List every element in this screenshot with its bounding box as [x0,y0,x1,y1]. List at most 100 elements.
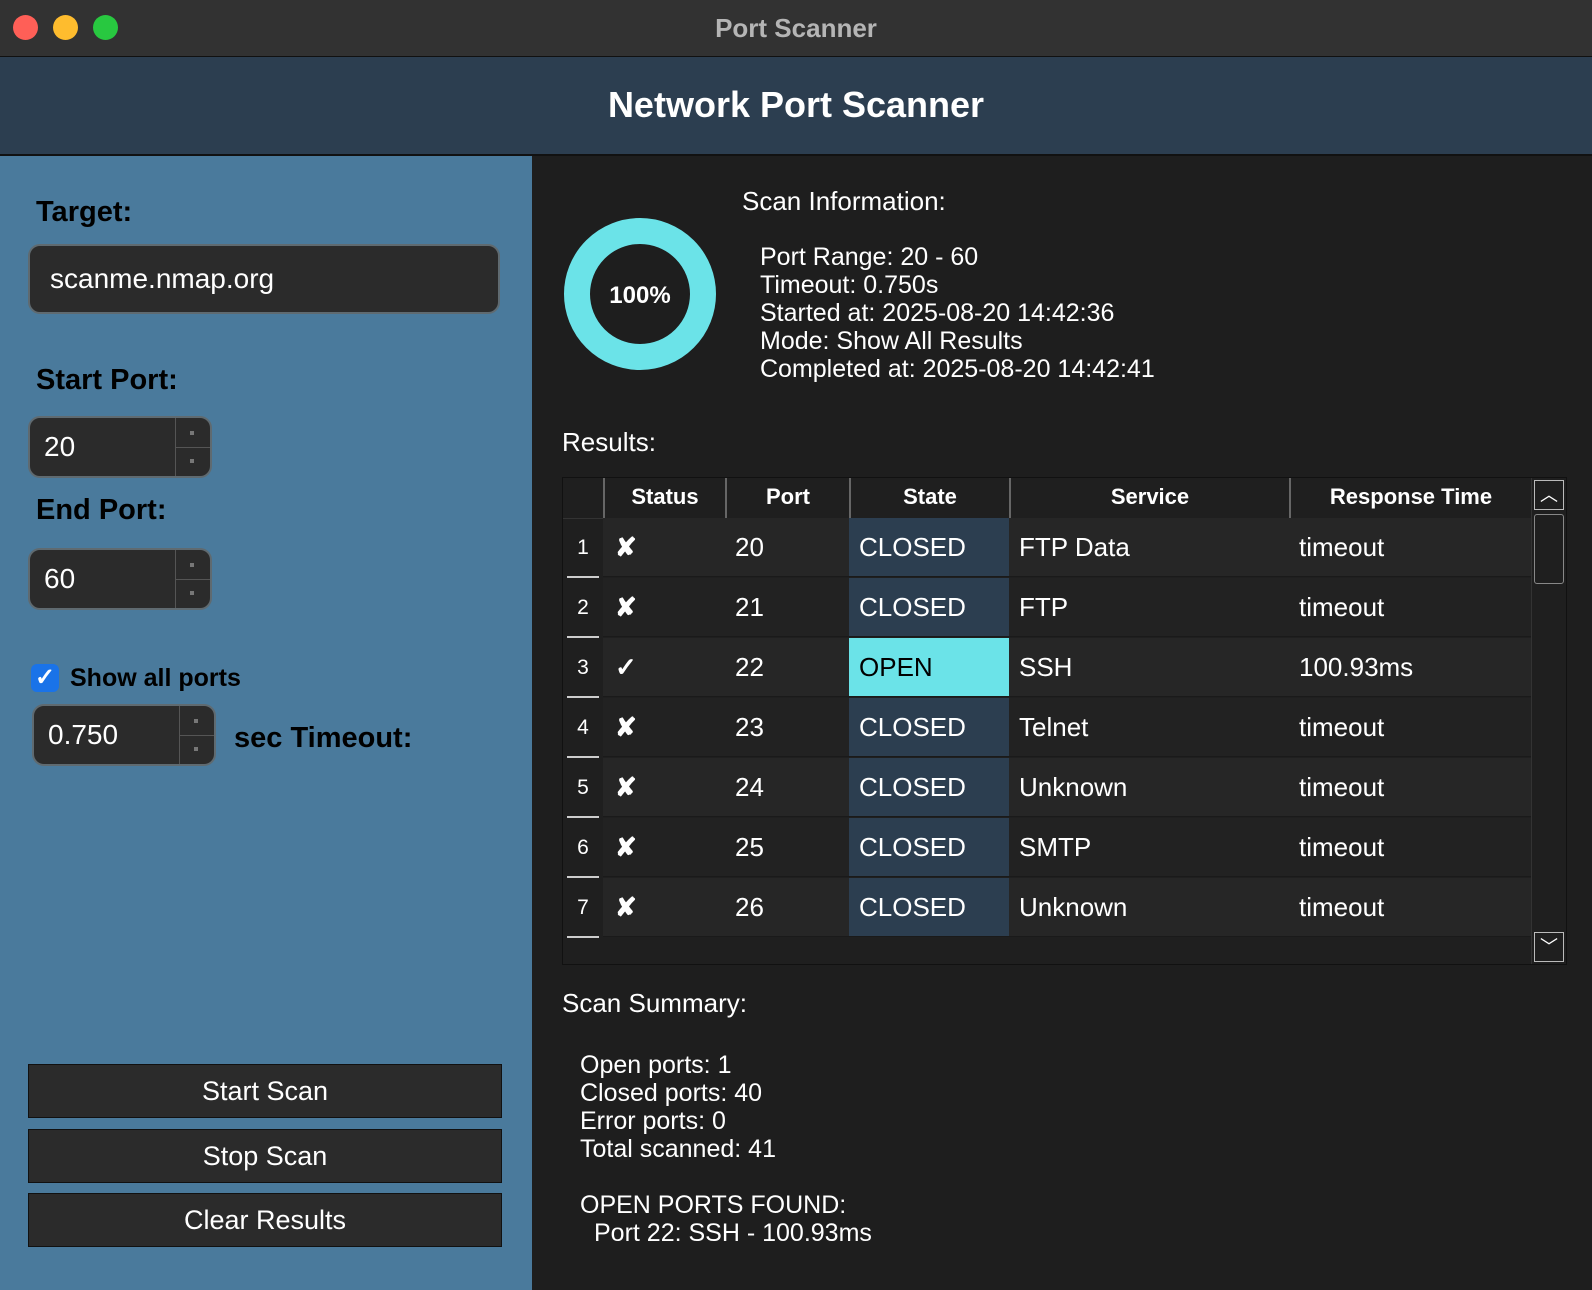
title-bar: Port Scanner [0,0,1592,57]
table-row[interactable]: 5 ✘ 24 CLOSED Unknown timeout [563,758,1531,818]
scan-info-label: Scan Information: [742,186,946,216]
row-index: 5 [577,776,589,799]
scrollbar-thumb[interactable] [1534,514,1564,584]
summary-error-ports: Error ports: 0 [580,1107,726,1135]
state-cell: CLOSED [849,818,1009,877]
status-cell: ✘ [603,818,725,877]
app-window: Port Scanner Network Port Scanner Target… [0,0,1592,1290]
table-row[interactable]: 6 ✘ 25 CLOSED SMTP timeout [563,818,1531,878]
port-cell: 21 [725,578,849,637]
response-time-cell: timeout [1289,878,1531,937]
open-ports-found-label: OPEN PORTS FOUND: [580,1191,847,1219]
table-scrollbar[interactable]: ︿ ﹀ [1531,478,1566,964]
service-cell: SSH [1009,638,1289,697]
timeout-value: 0.750 [48,719,119,750]
scan-info-line: Completed at: 2025-08-20 14:42:41 [760,355,1155,383]
results-label: Results: [562,427,656,457]
open-port-item: Port 22: SSH - 100.93ms [594,1219,872,1247]
column-header-response-time[interactable]: Response Time [1289,478,1531,518]
service-cell: Unknown [1009,758,1289,817]
stop-scan-button[interactable]: Stop Scan [28,1129,502,1183]
show-all-ports-label[interactable]: Show all ports [70,664,241,693]
clear-results-button[interactable]: Clear Results [28,1193,502,1247]
row-index: 7 [577,896,589,919]
column-header-port[interactable]: Port [725,478,849,518]
state-cell: CLOSED [849,518,1009,577]
row-index: 6 [577,836,589,859]
port-cell: 23 [725,698,849,757]
table-row[interactable]: 2 ✘ 21 CLOSED FTP timeout [563,578,1531,638]
summary-closed-ports: Closed ports: 40 [580,1079,763,1107]
service-cell: SMTP [1009,818,1289,877]
status-cell: ✘ [603,698,725,757]
table-header: Status Port State Service Response Time [563,478,1531,519]
state-cell: CLOSED [849,878,1009,937]
table-row[interactable]: 1 ✘ 20 CLOSED FTP Data timeout [563,518,1531,578]
state-cell: CLOSED [849,578,1009,637]
service-cell: Unknown [1009,878,1289,937]
end-port-value: 60 [44,563,76,594]
scan-info-line: Port Range: 20 - 60 [760,243,979,271]
scan-info-line: Mode: Show All Results [760,327,1023,355]
column-header-service[interactable]: Service [1009,478,1289,518]
target-input[interactable]: scanme.nmap.org [28,244,500,314]
row-index: 4 [577,716,589,739]
port-cell: 22 [725,638,849,697]
increment-icon[interactable] [190,563,194,567]
end-port-stepper-arrows[interactable] [175,550,210,608]
column-header-status[interactable]: Status [603,478,725,518]
decrement-icon[interactable] [190,591,194,595]
column-header-state[interactable]: State [849,478,1009,518]
decrement-icon[interactable] [190,459,194,463]
start-port-value: 20 [44,431,76,462]
status-cell: ✘ [603,878,725,937]
response-time-cell: timeout [1289,578,1531,637]
port-cell: 20 [725,518,849,577]
scan-info-line: Timeout: 0.750s [760,271,939,299]
show-all-ports-checkbox[interactable]: ✓ [31,664,59,692]
end-port-stepper[interactable]: 60 [28,548,212,610]
start-port-stepper[interactable]: 20 [28,416,212,478]
timeout-stepper[interactable]: 0.750 [32,704,216,766]
start-scan-button[interactable]: Start Scan [28,1064,502,1118]
status-cell: ✓ [603,638,725,697]
summary-open-ports: Open ports: 1 [580,1051,732,1079]
row-index: 1 [577,536,589,559]
decrement-icon[interactable] [194,747,198,751]
scroll-down-icon[interactable]: ﹀ [1534,932,1564,962]
increment-icon[interactable] [190,431,194,435]
state-cell: CLOSED [849,698,1009,757]
results-table: Status Port State Service Response Time … [562,477,1567,965]
scroll-up-icon[interactable]: ︿ [1534,480,1564,510]
response-time-cell: timeout [1289,698,1531,757]
start-port-label: Start Port: [36,364,178,396]
page-title: Network Port Scanner [607,84,985,125]
table-row[interactable]: 4 ✘ 23 CLOSED Telnet timeout [563,698,1531,758]
status-cell: ✘ [603,758,725,817]
row-index: 2 [577,596,589,619]
scan-info-line: Started at: 2025-08-20 14:42:36 [760,299,1115,327]
target-label: Target: [36,196,133,228]
start-port-stepper-arrows[interactable] [175,418,210,476]
checkmark-icon: ✓ [34,664,56,691]
state-cell: CLOSED [849,758,1009,817]
status-cell: ✘ [603,518,725,577]
progress-percent: 100% [609,282,671,309]
row-divider [567,936,599,938]
table-row[interactable]: 7 ✘ 26 CLOSED Unknown timeout [563,878,1531,938]
response-time-cell: timeout [1289,518,1531,577]
window-title: Port Scanner [715,13,877,43]
response-time-cell: 100.93ms [1289,638,1531,697]
service-cell: FTP [1009,578,1289,637]
service-cell: FTP Data [1009,518,1289,577]
summary-total-scanned: Total scanned: 41 [580,1135,776,1163]
response-time-cell: timeout [1289,818,1531,877]
port-cell: 24 [725,758,849,817]
service-cell: Telnet [1009,698,1289,757]
increment-icon[interactable] [194,719,198,723]
table-row[interactable]: 3 ✓ 22 OPEN SSH 100.93ms [563,638,1531,698]
port-cell: 25 [725,818,849,877]
end-port-label: End Port: [36,494,167,526]
timeout-stepper-arrows[interactable] [179,706,214,764]
response-time-cell: timeout [1289,758,1531,817]
